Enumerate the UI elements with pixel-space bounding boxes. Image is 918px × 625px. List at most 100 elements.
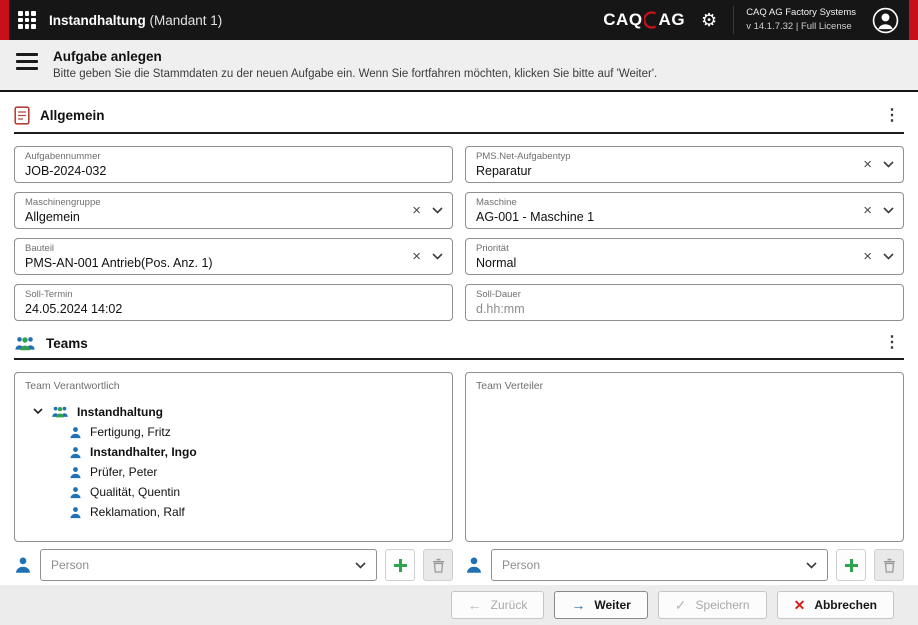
person-icon xyxy=(69,466,82,479)
weiter-button[interactable]: → Weiter xyxy=(554,591,647,619)
document-icon xyxy=(14,106,30,125)
header-red-edge-right xyxy=(909,0,918,40)
menu-icon[interactable] xyxy=(16,49,38,70)
tree-member[interactable]: Fertigung, Fritz xyxy=(25,422,442,442)
maschinengruppe-field[interactable]: Maschinengruppe Allgemein × xyxy=(14,192,453,229)
footer-action-bar: ← Zurück → Weiter ✓ Speichern ✕ Abbreche… xyxy=(0,585,918,625)
person-chevron-down-icon[interactable] xyxy=(806,562,817,569)
maschinengruppe-label: Maschinengruppe xyxy=(25,197,388,208)
maschinengruppe-chevron-down-icon[interactable] xyxy=(432,207,443,214)
soll-dauer-field[interactable]: Soll-Dauer d.hh:mm xyxy=(465,284,904,321)
main-content: Allgemein ⋮ Aufgabennummer JOB-2024-032 … xyxy=(0,92,918,585)
prioritaet-clear-icon[interactable]: × xyxy=(863,249,872,264)
page-title: Aufgabe anlegen xyxy=(53,49,657,64)
member-name: Instandhalter, Ingo xyxy=(90,445,197,459)
caq-logo-swoosh-icon xyxy=(644,11,658,29)
bauteil-field[interactable]: Bauteil PMS-AN-001 Antrieb(Pos. Anz. 1) … xyxy=(14,238,453,275)
trash-icon xyxy=(883,558,896,573)
team-verantwortlich-panel: Team Verantwortlich Instandhaltung Fe xyxy=(14,372,453,581)
maschine-chevron-down-icon[interactable] xyxy=(883,207,894,214)
aufgabennummer-field[interactable]: Aufgabennummer JOB-2024-032 xyxy=(14,146,453,183)
abbrechen-button[interactable]: ✕ Abbrechen xyxy=(777,591,894,619)
maschine-value: AG-001 - Maschine 1 xyxy=(476,210,839,224)
zurueck-label: Zurück xyxy=(491,598,528,612)
teams-grid: Team Verantwortlich Instandhaltung Fe xyxy=(14,372,904,581)
teams-icon xyxy=(14,335,36,351)
tree-group-instandhaltung[interactable]: Instandhaltung xyxy=(25,401,442,422)
prioritaet-label: Priorität xyxy=(476,243,839,254)
tree-chevron-down-icon[interactable] xyxy=(33,408,43,415)
header-right: CAQ AG ⚙ CAQ AG Factory Systems v 14.1.7… xyxy=(603,6,909,34)
section-teams-header: Teams ⋮ xyxy=(14,335,904,360)
bauteil-clear-icon[interactable]: × xyxy=(412,249,421,264)
verantwortlich-delete-person-button[interactable] xyxy=(423,549,453,581)
person-icon xyxy=(69,446,82,459)
aufgabentyp-field[interactable]: PMS.Net-Aufgabentyp Reparatur × xyxy=(465,146,904,183)
apps-grid-icon[interactable] xyxy=(18,11,36,29)
prioritaet-value: Normal xyxy=(476,256,839,270)
person-icon xyxy=(69,426,82,439)
soll-termin-value: 24.05.2024 14:02 xyxy=(25,302,442,316)
teams-kebab-menu-icon[interactable]: ⋮ xyxy=(880,335,904,351)
speichern-button[interactable]: ✓ Speichern xyxy=(658,591,767,619)
allgemein-kebab-menu-icon[interactable]: ⋮ xyxy=(880,108,904,124)
member-name: Fertigung, Fritz xyxy=(90,425,171,439)
team-verantwortlich-label: Team Verantwortlich xyxy=(25,380,442,392)
speichern-label: Speichern xyxy=(696,598,750,612)
member-name: Prüfer, Peter xyxy=(90,465,157,479)
maschine-clear-icon[interactable]: × xyxy=(863,203,872,218)
person-icon xyxy=(465,556,483,574)
verantwortlich-add-person-button[interactable] xyxy=(385,549,415,581)
verteiler-person-combobox[interactable]: Person xyxy=(491,549,828,581)
tree-member[interactable]: Prüfer, Peter xyxy=(25,462,442,482)
page-header-text: Aufgabe anlegen Bitte geben Sie die Stam… xyxy=(53,49,657,80)
group-icon xyxy=(51,405,69,418)
team-verteiler-box[interactable]: Team Verteiler xyxy=(465,372,904,542)
app-subtitle: (Mandant 1) xyxy=(150,13,223,28)
brand-text: CAQ AG Factory Systems v 14.1.7.32 | Ful… xyxy=(733,6,856,34)
verteiler-add-person-button[interactable] xyxy=(836,549,866,581)
tree-member[interactable]: Qualität, Quentin xyxy=(25,482,442,502)
person-chevron-down-icon[interactable] xyxy=(355,562,366,569)
tree-member[interactable]: Reklamation, Ralf xyxy=(25,502,442,522)
maschinengruppe-clear-icon[interactable]: × xyxy=(412,203,421,218)
aufgabentyp-clear-icon[interactable]: × xyxy=(863,157,872,172)
verantwortlich-person-combobox[interactable]: Person xyxy=(40,549,377,581)
tree-member-selected[interactable]: Instandhalter, Ingo xyxy=(25,442,442,462)
verantwortlich-person-row: Person xyxy=(14,549,453,581)
gear-icon[interactable]: ⚙ xyxy=(701,11,717,29)
team-verantwortlich-box[interactable]: Team Verantwortlich Instandhaltung Fe xyxy=(14,372,453,542)
person-placeholder: Person xyxy=(51,558,353,572)
arrow-left-icon: ← xyxy=(468,598,482,612)
section-allgemein-title: Allgemein xyxy=(40,108,105,123)
page-header: Aufgabe anlegen Bitte geben Sie die Stam… xyxy=(0,40,918,92)
weiter-label: Weiter xyxy=(594,598,630,612)
zurueck-button[interactable]: ← Zurück xyxy=(451,591,545,619)
maschine-field[interactable]: Maschine AG-001 - Maschine 1 × xyxy=(465,192,904,229)
member-name: Reklamation, Ralf xyxy=(90,505,185,519)
allgemein-fields: Aufgabennummer JOB-2024-032 PMS.Net-Aufg… xyxy=(14,146,904,321)
check-icon: ✓ xyxy=(675,598,687,612)
arrow-right-icon: → xyxy=(571,598,585,612)
bauteil-value: PMS-AN-001 Antrieb(Pos. Anz. 1) xyxy=(25,256,388,270)
team-verteiler-panel: Team Verteiler Person xyxy=(465,372,904,581)
verteiler-person-row: Person xyxy=(465,549,904,581)
prioritaet-chevron-down-icon[interactable] xyxy=(883,253,894,260)
aufgabentyp-chevron-down-icon[interactable] xyxy=(883,161,894,168)
user-avatar-icon[interactable] xyxy=(872,7,899,34)
app-header: Instandhaltung (Mandant 1) CAQ AG ⚙ CAQ … xyxy=(0,0,918,40)
app-title: Instandhaltung (Mandant 1) xyxy=(49,13,222,28)
header-left: Instandhaltung (Mandant 1) xyxy=(9,11,222,29)
verteiler-delete-person-button[interactable] xyxy=(874,549,904,581)
prioritaet-field[interactable]: Priorität Normal × xyxy=(465,238,904,275)
person-icon xyxy=(14,556,32,574)
tree-group-label: Instandhaltung xyxy=(77,405,163,419)
person-icon xyxy=(69,486,82,499)
team-tree: Instandhaltung Fertigung, Fritz Instandh… xyxy=(25,401,442,522)
header-red-edge-left xyxy=(0,0,9,40)
soll-dauer-label: Soll-Dauer xyxy=(476,289,893,300)
maschinengruppe-value: Allgemein xyxy=(25,210,388,224)
soll-termin-label: Soll-Termin xyxy=(25,289,442,300)
soll-termin-field[interactable]: Soll-Termin 24.05.2024 14:02 xyxy=(14,284,453,321)
bauteil-chevron-down-icon[interactable] xyxy=(432,253,443,260)
